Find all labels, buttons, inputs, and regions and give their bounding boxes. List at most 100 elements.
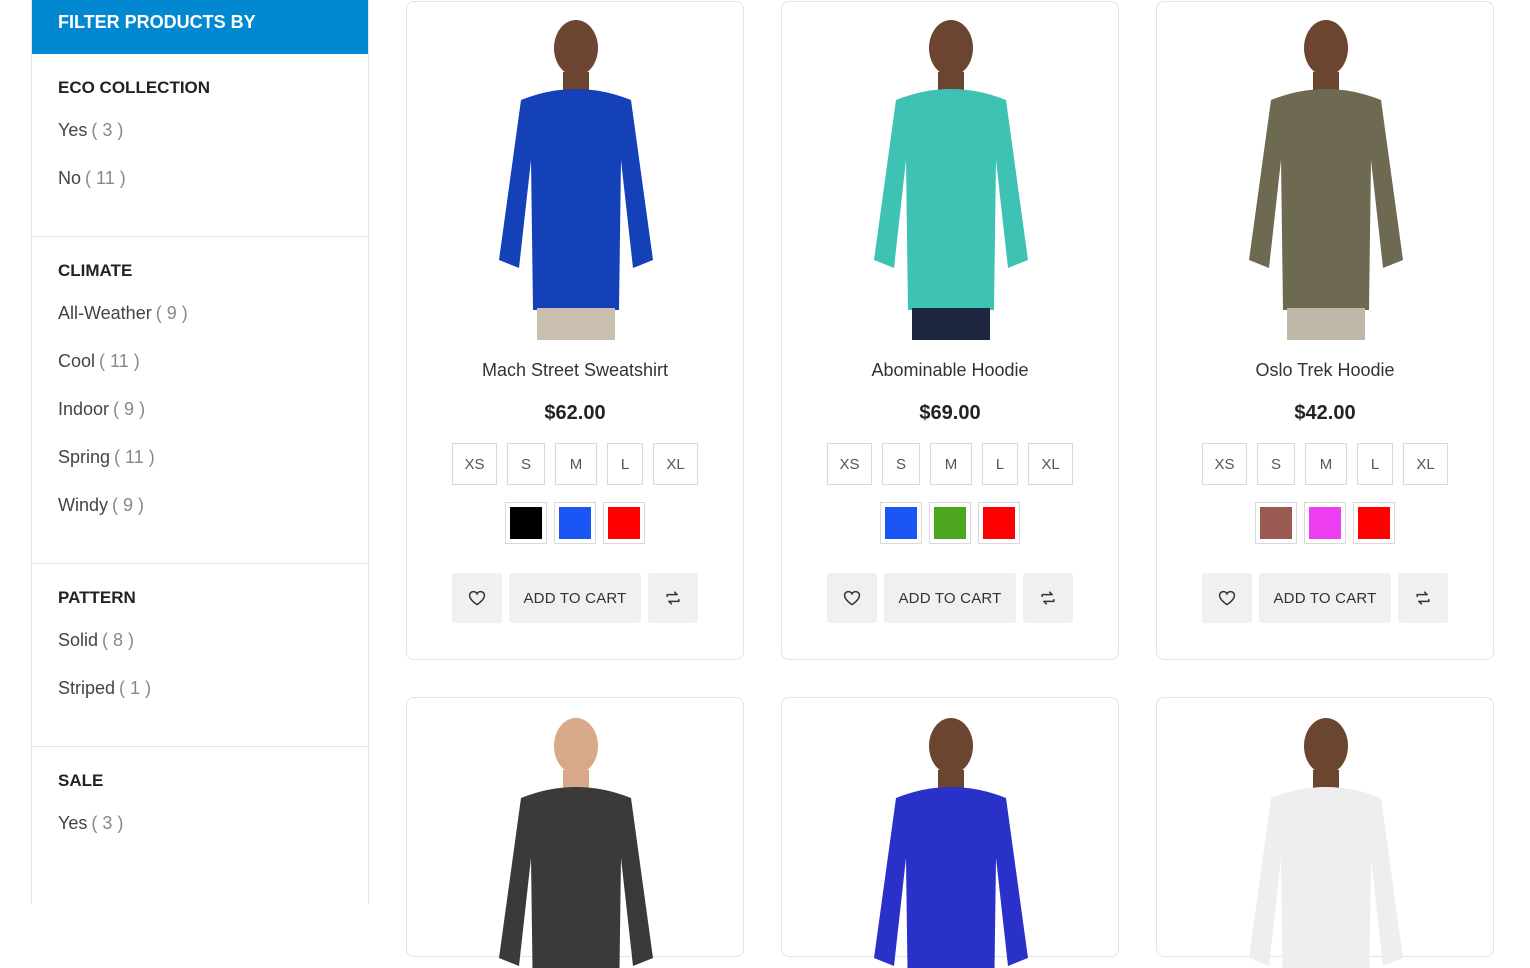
size-options: XS S M L XL bbox=[1157, 443, 1493, 485]
filter-option-windy[interactable]: Windy9 bbox=[58, 493, 342, 541]
filter-option-all-weather[interactable]: All-Weather9 bbox=[58, 301, 342, 349]
filter-group-pattern: PATTERN Solid8 Striped1 bbox=[32, 564, 368, 747]
add-to-cart-button[interactable]: ADD TO CART bbox=[1259, 573, 1391, 623]
filter-option-solid[interactable]: Solid8 bbox=[58, 628, 342, 676]
size-option[interactable]: M bbox=[930, 443, 972, 485]
size-option[interactable]: L bbox=[1357, 443, 1393, 485]
filter-option-sale-yes[interactable]: Yes3 bbox=[58, 811, 342, 859]
filter-group-eco-collection: ECO COLLECTION Yes3 No11 bbox=[32, 54, 368, 237]
add-to-cart-button[interactable]: ADD TO CART bbox=[884, 573, 1016, 623]
product-card bbox=[406, 697, 744, 968]
product-actions: ADD TO CART bbox=[782, 573, 1118, 623]
color-options bbox=[782, 502, 1118, 544]
color-swatch[interactable] bbox=[1255, 502, 1297, 544]
product-name[interactable]: Mach Street Sweatshirt bbox=[407, 360, 743, 381]
color-swatch[interactable] bbox=[978, 502, 1020, 544]
size-option[interactable]: M bbox=[555, 443, 597, 485]
size-option[interactable]: S bbox=[507, 443, 545, 485]
filter-option-cool[interactable]: Cool11 bbox=[58, 349, 342, 397]
product-name[interactable]: Oslo Trek Hoodie bbox=[1157, 360, 1493, 381]
option-count: 8 bbox=[102, 630, 134, 650]
color-swatch[interactable] bbox=[603, 502, 645, 544]
option-count: 3 bbox=[91, 120, 123, 140]
compare-button[interactable] bbox=[648, 573, 698, 623]
compare-icon bbox=[666, 591, 680, 605]
filter-option-indoor[interactable]: Indoor9 bbox=[58, 397, 342, 445]
size-option[interactable]: S bbox=[882, 443, 920, 485]
option-label: All-Weather bbox=[58, 303, 152, 323]
option-label: Windy bbox=[58, 495, 109, 515]
product-card: Abominable Hoodie $69.00 XS S M L XL ADD… bbox=[781, 1, 1119, 660]
size-option[interactable]: M bbox=[1305, 443, 1347, 485]
color-swatch[interactable] bbox=[554, 502, 596, 544]
product-price: $62.00 bbox=[544, 402, 606, 424]
heart-icon bbox=[468, 590, 486, 606]
size-option[interactable]: XL bbox=[1403, 443, 1448, 485]
option-label: Cool bbox=[58, 351, 96, 371]
filter-title: CLIMATE bbox=[58, 261, 133, 280]
option-label: Indoor bbox=[58, 399, 110, 419]
option-label: Solid bbox=[58, 630, 99, 650]
wishlist-button[interactable] bbox=[452, 573, 502, 623]
product-image[interactable] bbox=[1241, 708, 1411, 968]
option-count: 9 bbox=[156, 303, 188, 323]
color-options bbox=[1157, 502, 1493, 544]
filter-title: PATTERN bbox=[58, 588, 136, 607]
heart-icon bbox=[843, 590, 861, 606]
size-option[interactable]: XL bbox=[653, 443, 698, 485]
product-card: Mach Street Sweatshirt $62.00 XS S M L X… bbox=[406, 1, 744, 660]
option-label: Spring bbox=[58, 447, 111, 467]
option-label: Yes bbox=[58, 813, 88, 833]
size-option[interactable]: XS bbox=[452, 443, 497, 485]
product-image[interactable] bbox=[491, 10, 661, 340]
color-swatch[interactable] bbox=[929, 502, 971, 544]
filter-option-eco-no[interactable]: No11 bbox=[58, 166, 342, 214]
filter-title: ECO COLLECTION bbox=[58, 78, 211, 97]
compare-icon bbox=[1416, 591, 1430, 605]
compare-button[interactable] bbox=[1398, 573, 1448, 623]
add-to-cart-button[interactable]: ADD TO CART bbox=[509, 573, 641, 623]
option-label: No bbox=[58, 168, 82, 188]
option-count: 11 bbox=[114, 447, 155, 467]
option-count: 11 bbox=[85, 168, 126, 188]
product-image[interactable] bbox=[491, 708, 661, 968]
size-option[interactable]: XS bbox=[827, 443, 872, 485]
product-card bbox=[1156, 697, 1494, 968]
size-option[interactable]: L bbox=[982, 443, 1018, 485]
filter-group-sale: SALE Yes3 bbox=[32, 747, 368, 881]
size-option[interactable]: XS bbox=[1202, 443, 1247, 485]
filter-option-spring[interactable]: Spring11 bbox=[58, 445, 342, 493]
color-swatch[interactable] bbox=[1353, 502, 1395, 544]
product-image[interactable] bbox=[866, 10, 1036, 340]
product-card bbox=[781, 697, 1119, 968]
product-price: $42.00 bbox=[1294, 402, 1356, 424]
color-options bbox=[407, 502, 743, 544]
filter-title: SALE bbox=[58, 771, 104, 790]
product-image[interactable] bbox=[1241, 10, 1411, 340]
wishlist-button[interactable] bbox=[1202, 573, 1252, 623]
product-card: Oslo Trek Hoodie $42.00 XS S M L XL ADD … bbox=[1156, 1, 1494, 660]
option-label: Striped bbox=[58, 678, 116, 698]
size-option[interactable]: XL bbox=[1028, 443, 1073, 485]
heart-icon bbox=[1218, 590, 1236, 606]
color-swatch[interactable] bbox=[505, 502, 547, 544]
compare-button[interactable] bbox=[1023, 573, 1073, 623]
filter-option-striped[interactable]: Striped1 bbox=[58, 676, 342, 724]
wishlist-button[interactable] bbox=[827, 573, 877, 623]
option-label: Yes bbox=[58, 120, 88, 140]
filter-group-climate: CLIMATE All-Weather9 Cool11 Indoor9 Spri… bbox=[32, 237, 368, 564]
option-count: 11 bbox=[99, 351, 140, 371]
size-option[interactable]: L bbox=[607, 443, 643, 485]
product-image[interactable] bbox=[866, 708, 1036, 968]
color-swatch[interactable] bbox=[880, 502, 922, 544]
filter-option-eco-yes[interactable]: Yes3 bbox=[58, 118, 342, 166]
sidebar-heading: FILTER PRODUCTS BY bbox=[32, 0, 368, 54]
option-count: 3 bbox=[91, 813, 123, 833]
product-actions: ADD TO CART bbox=[407, 573, 743, 623]
product-price: $69.00 bbox=[919, 402, 981, 424]
product-name[interactable]: Abominable Hoodie bbox=[782, 360, 1118, 381]
size-option[interactable]: S bbox=[1257, 443, 1295, 485]
option-count: 9 bbox=[112, 495, 144, 515]
color-swatch[interactable] bbox=[1304, 502, 1346, 544]
compare-icon bbox=[1041, 591, 1055, 605]
